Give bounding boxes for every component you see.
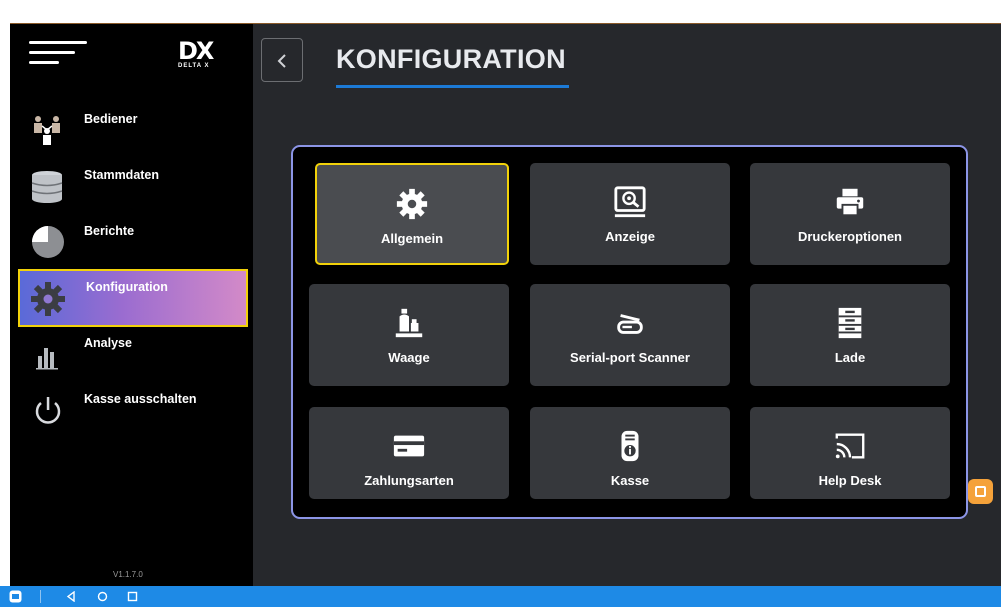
title-underline [336,85,569,88]
tile-druckeroptionen[interactable]: Druckeroptionen [750,163,950,265]
cash-drawer-icon [838,307,862,339]
sidebar: DX DELTA X Bediener Stammdaten Berichte … [10,24,253,587]
database-icon [31,171,63,203]
tile-label: Zahlungsarten [364,473,454,488]
screen-left-border [0,23,10,586]
tile-label: Waage [388,350,430,365]
sidebar-item-label: Kasse ausschalten [84,392,197,406]
scale-bottles-icon [395,308,423,338]
gear-icon [31,282,65,316]
sidebar-item-kasse-ausschalten[interactable]: Kasse ausschalten [18,384,248,436]
logo-mark: DX [178,37,214,65]
sidebar-item-berichte[interactable]: Berichte [18,216,248,268]
tile-label: Help Desk [818,473,882,488]
printer-icon [836,188,864,217]
sidebar-item-konfiguration[interactable]: Konfiguration [18,269,248,327]
tile-anzeige[interactable]: Anzeige [530,163,730,265]
sidebar-item-label: Stammdaten [84,168,160,182]
logo-subtitle: DELTA X [178,63,210,69]
tile-waage[interactable]: Waage [309,284,509,386]
tile-label: Allgemein [380,231,444,246]
users-icon [34,116,60,145]
tile-allgemein[interactable]: Allgemein [315,163,509,265]
android-navigation-bar [0,586,1001,607]
screen-top-border [0,0,1001,23]
sidebar-item-bediener[interactable]: Bediener [18,104,248,156]
bar-chart-icon [36,348,58,370]
tile-label: Anzeige [605,229,655,244]
app-version: V1.1.7.0 [113,570,143,579]
sidebar-item-label: Konfiguration [86,280,168,294]
app-icon[interactable] [9,590,22,603]
scanner-icon [617,314,643,334]
page-title: KONFIGURATION [336,44,566,74]
tile-label: Kasse [610,473,650,488]
back-button[interactable] [261,38,303,82]
info-terminal-icon [621,430,639,462]
sidebar-item-label: Analyse [84,336,132,350]
monitor-search-icon [614,186,646,218]
credit-card-icon [393,435,425,457]
sidebar-item-analyse[interactable]: Analyse [18,328,248,380]
config-panel: Allgemein Anzeige Druckeroptionen Waage … [291,145,968,519]
sidebar-item-label: Berichte [84,224,135,238]
navbar-divider [40,590,41,603]
cast-icon [835,433,865,459]
chevron-left-icon [277,54,286,68]
tile-label: Lade [834,350,866,365]
back-triangle-icon[interactable] [66,591,76,602]
tile-label: Serial-port Scanner [570,350,690,365]
tile-serial-port-scanner[interactable]: Serial-port Scanner [530,284,730,386]
gear-icon [396,188,428,220]
square-icon [975,486,986,497]
tile-zahlungsarten[interactable]: Zahlungsarten [309,407,509,499]
tile-lade[interactable]: Lade [750,284,950,386]
power-icon [35,397,61,424]
hamburger-menu-icon[interactable] [29,41,87,71]
deltax-logo: DX DELTA X [178,39,234,71]
tile-label: Druckeroptionen [797,229,902,244]
sidebar-item-label: Bediener [84,112,138,126]
tile-kasse[interactable]: Kasse [530,407,730,499]
app-window: DX DELTA X Bediener Stammdaten Berichte … [10,23,1001,587]
floating-widget-button[interactable] [968,479,993,504]
sidebar-item-stammdaten[interactable]: Stammdaten [18,160,248,212]
pie-chart-icon [32,226,64,258]
recents-square-icon[interactable] [127,591,138,602]
tile-help-desk[interactable]: Help Desk [750,407,950,499]
home-circle-icon[interactable] [97,591,108,602]
